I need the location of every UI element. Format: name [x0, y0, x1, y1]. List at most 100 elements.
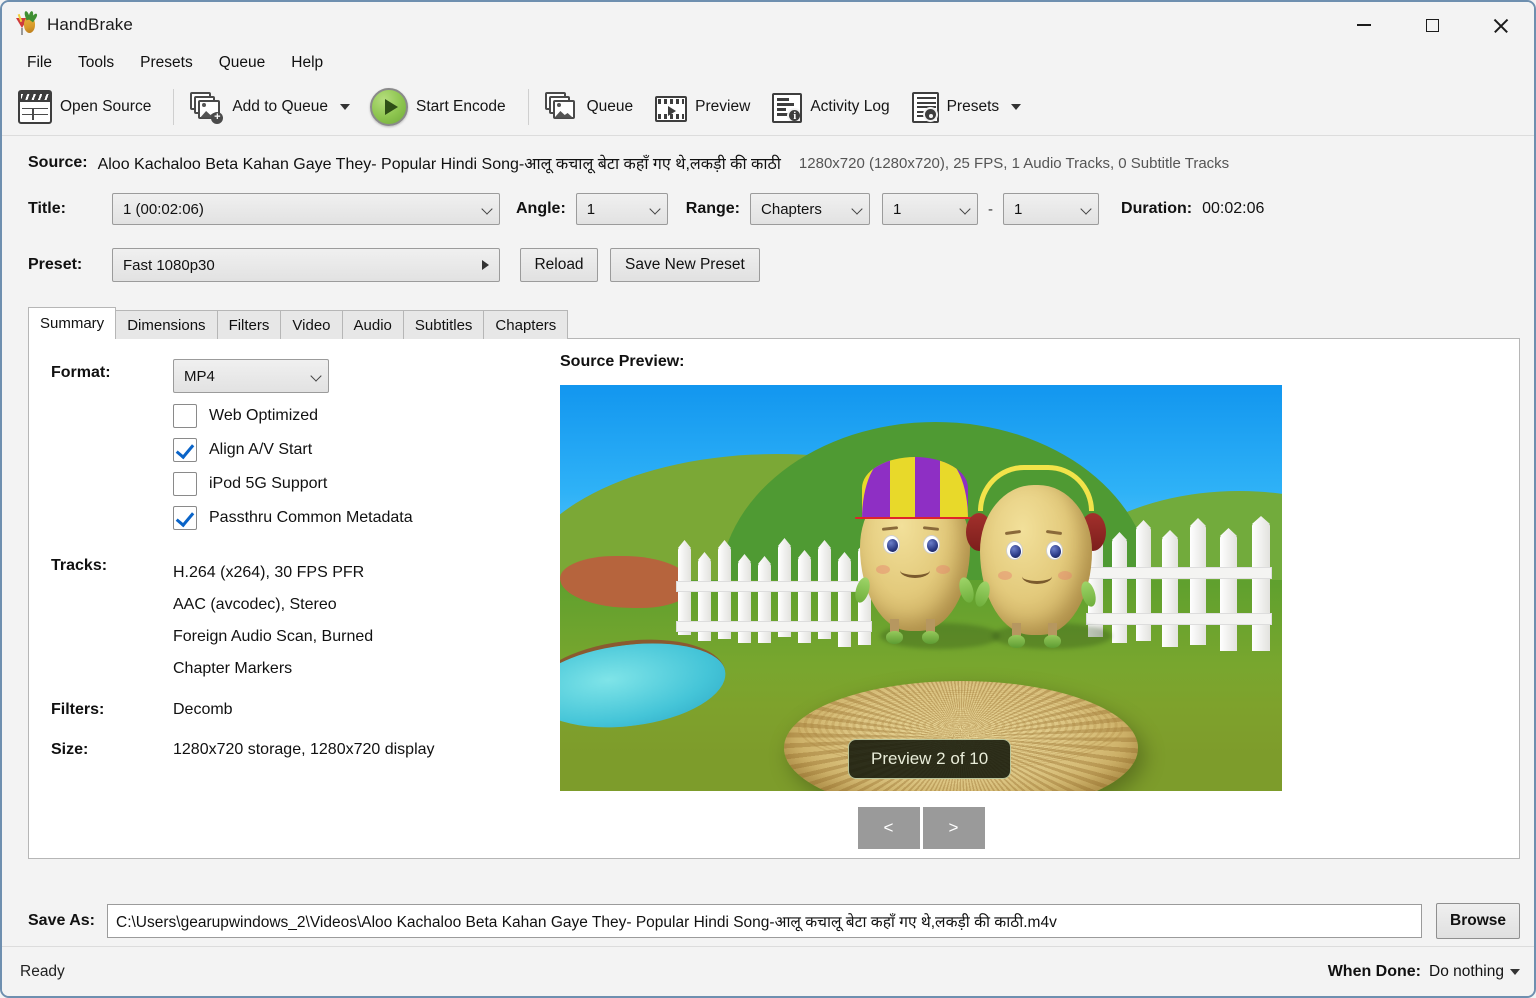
- chapter-range-dash: -: [988, 201, 993, 218]
- format-row: Format: MP4: [51, 359, 551, 393]
- preview-navigation: < >: [560, 807, 1282, 849]
- open-source-label: Open Source: [60, 98, 151, 116]
- activity-log-button[interactable]: i Activity Log: [764, 84, 903, 130]
- summary-left-column: Format: MP4 Web Optimized Align A/V Star…: [51, 359, 551, 765]
- menu-file[interactable]: File: [14, 51, 65, 75]
- chevron-down-icon[interactable]: [1011, 104, 1021, 110]
- checkbox-label: Web Optimized: [209, 407, 318, 425]
- tracks-label: Tracks:: [51, 557, 173, 575]
- save-new-preset-button[interactable]: Save New Preset: [610, 248, 760, 282]
- when-done-label: When Done:: [1328, 963, 1421, 981]
- open-source-button[interactable]: Open Source: [10, 84, 165, 130]
- menu-tools[interactable]: Tools: [65, 51, 127, 75]
- tab-filters[interactable]: Filters: [217, 310, 282, 339]
- clapperboard-icon: [18, 90, 52, 124]
- preset-select[interactable]: Fast 1080p30: [112, 248, 500, 282]
- queue-button[interactable]: Queue: [537, 84, 648, 130]
- range-label: Range:: [686, 200, 740, 218]
- summary-panel: Format: MP4 Web Optimized Align A/V Star…: [28, 338, 1520, 859]
- source-name: Aloo Kachaloo Beta Kahan Gaye They- Popu…: [98, 152, 781, 174]
- chapter-end-value: 1: [1014, 201, 1076, 218]
- tab-dimensions[interactable]: Dimensions: [115, 310, 217, 339]
- checkbox-label: iPod 5G Support: [209, 475, 327, 493]
- checkbox-passthru-common-metadata[interactable]: Passthru Common Metadata: [173, 501, 551, 535]
- title-select[interactable]: 1 (00:02:06): [112, 193, 500, 225]
- tab-summary[interactable]: Summary: [28, 307, 116, 339]
- browse-button[interactable]: Browse: [1436, 903, 1520, 939]
- preview-next-button[interactable]: >: [923, 807, 985, 849]
- tracks-row: Tracks: H.264 (x264), 30 FPS PFR AAC (av…: [51, 557, 551, 685]
- when-done-control[interactable]: When Done: Do nothing: [1328, 963, 1520, 981]
- format-select[interactable]: MP4: [173, 359, 329, 393]
- image-stack-icon: [545, 90, 579, 124]
- checkbox-label: Passthru Common Metadata: [209, 509, 413, 527]
- format-label: Format:: [51, 359, 173, 382]
- chapter-start-value: 1: [893, 201, 955, 218]
- maximize-button[interactable]: [1398, 2, 1466, 48]
- handbrake-pineapple-icon: [16, 14, 38, 36]
- menu-bar: File Tools Presets Queue Help: [2, 48, 1534, 78]
- tab-video[interactable]: Video: [280, 310, 342, 339]
- save-as-label: Save As:: [28, 912, 95, 930]
- angle-select-value: 1: [587, 201, 645, 218]
- chevron-down-icon: [651, 204, 661, 214]
- add-to-queue-label: Add to Queue: [232, 98, 328, 116]
- start-encode-label: Start Encode: [416, 98, 506, 116]
- checkbox-align-av-start[interactable]: Align A/V Start: [173, 433, 551, 467]
- close-button[interactable]: [1466, 2, 1534, 48]
- add-to-queue-button[interactable]: + Add to Queue: [182, 84, 362, 130]
- main-toolbar: Open Source + Add to Queue Start Encode …: [2, 78, 1534, 136]
- window-title: HandBrake: [47, 15, 133, 35]
- chevron-down-icon: [483, 204, 493, 214]
- source-row: Source: Aloo Kachaloo Beta Kahan Gaye Th…: [16, 143, 1520, 183]
- checkbox-box[interactable]: [173, 438, 197, 462]
- tab-chapters[interactable]: Chapters: [483, 310, 568, 339]
- title-label: Title:: [28, 200, 112, 218]
- add-image-stack-icon: +: [190, 90, 224, 124]
- chevron-down-icon: [853, 204, 863, 214]
- source-preview-section: Source Preview:: [560, 353, 1282, 849]
- potato-character-cap: [860, 481, 970, 631]
- preview-counter-badge: Preview 2 of 10: [848, 739, 1011, 779]
- reload-button[interactable]: Reload: [520, 248, 598, 282]
- checkbox-box[interactable]: [173, 506, 197, 530]
- preview-previous-button[interactable]: <: [858, 807, 920, 849]
- queue-label: Queue: [587, 98, 634, 116]
- checkbox-label: Align A/V Start: [209, 441, 312, 459]
- checkbox-web-optimized[interactable]: Web Optimized: [173, 399, 551, 433]
- source-label: Source:: [28, 154, 88, 172]
- size-row: Size: 1280x720 storage, 1280x720 display: [51, 741, 551, 759]
- duration-label: Duration:: [1121, 200, 1192, 218]
- filters-row: Filters: Decomb: [51, 701, 551, 719]
- minimize-icon: [1357, 24, 1371, 25]
- filters-value: Decomb: [173, 701, 233, 719]
- chapter-start-select[interactable]: 1: [882, 193, 978, 225]
- start-encode-button[interactable]: Start Encode: [362, 84, 520, 130]
- angle-select[interactable]: 1: [576, 193, 668, 225]
- menu-presets[interactable]: Presets: [127, 51, 206, 75]
- checkbox-ipod-5g-support[interactable]: iPod 5G Support: [173, 467, 551, 501]
- range-type-select[interactable]: Chapters: [750, 193, 870, 225]
- chevron-down-icon[interactable]: [340, 104, 350, 110]
- menu-queue[interactable]: Queue: [206, 51, 279, 75]
- tab-audio[interactable]: Audio: [342, 310, 404, 339]
- track-line: Chapter Markers: [173, 653, 373, 685]
- source-preview-title: Source Preview:: [560, 353, 1282, 371]
- chapter-end-select[interactable]: 1: [1003, 193, 1099, 225]
- minimize-button[interactable]: [1330, 2, 1398, 48]
- checkbox-box[interactable]: [173, 404, 197, 428]
- chevron-right-icon: [482, 260, 489, 270]
- tracks-values: H.264 (x264), 30 FPS PFR AAC (avcodec), …: [173, 557, 373, 685]
- preview-image: Preview 2 of 10: [560, 385, 1282, 791]
- size-label: Size:: [51, 741, 173, 759]
- save-as-row: Save As: C:\Users\gearupwindows_2\Videos…: [2, 898, 1534, 944]
- menu-help[interactable]: Help: [278, 51, 336, 75]
- preview-button[interactable]: Preview: [647, 84, 764, 130]
- size-value: 1280x720 storage, 1280x720 display: [173, 741, 435, 759]
- track-line: Foreign Audio Scan, Burned: [173, 621, 373, 653]
- presets-toolbar-button[interactable]: Presets: [904, 84, 1034, 130]
- save-as-input[interactable]: C:\Users\gearupwindows_2\Videos\Aloo Kac…: [107, 904, 1422, 938]
- checkbox-box[interactable]: [173, 472, 197, 496]
- tab-subtitles[interactable]: Subtitles: [403, 310, 485, 339]
- chevron-down-icon[interactable]: [1510, 969, 1520, 975]
